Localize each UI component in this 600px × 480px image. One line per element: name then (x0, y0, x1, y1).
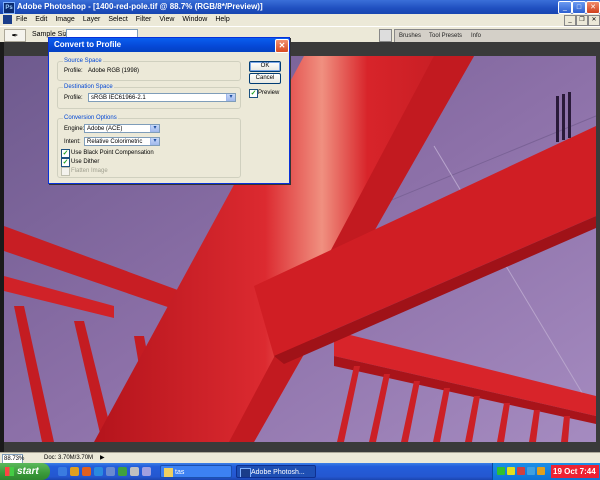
menu-bar: File Edit Image Layer Select Filter View Window… (0, 14, 600, 26)
windows-logo-icon (5, 467, 14, 476)
preview-checkbox[interactable]: ✓ (249, 89, 258, 98)
window-title-bar[interactable]: Ps Adobe Photoshop - [1400-red-pole.tif … (0, 0, 600, 14)
palette-toggle-icon[interactable] (379, 29, 392, 42)
cancel-button[interactable]: Cancel (249, 73, 281, 84)
quicklaunch-ie-icon[interactable] (94, 467, 103, 476)
window-title: Adobe Photoshop - [1400-red-pole.tif @ 8… (17, 2, 263, 11)
tab-tool-presets[interactable]: Tool Presets (429, 32, 462, 41)
dither-label: Use Dither (71, 159, 100, 165)
tray-antivirus-icon[interactable] (517, 467, 525, 475)
close-button[interactable]: ✕ (586, 1, 600, 14)
quicklaunch-app2-icon[interactable] (142, 467, 151, 476)
convert-to-profile-dialog: Convert to Profile ✕ Source Space Profil… (48, 37, 290, 184)
system-tray: 19 Oct 7:44 (492, 463, 600, 480)
palette-well: Brushes Tool Presets Info (394, 29, 600, 43)
black-point-label: Use Black Point Compensation (71, 150, 154, 156)
destination-profile-value: sRGB IEC61966-2.1 (91, 95, 146, 101)
tab-info[interactable]: Info (471, 32, 481, 41)
task-label: tas (175, 469, 185, 476)
task-label: Adobe Photosh... (251, 469, 305, 476)
preview-label: Preview (258, 90, 280, 96)
task-photoshop[interactable]: Adobe Photosh... (236, 465, 316, 478)
menu-item-select[interactable]: Select (108, 15, 127, 25)
source-profile-label: Profile: (64, 68, 83, 74)
windows-taskbar: start tas Adobe Photosh... 19 Oct 7:44 (0, 463, 600, 480)
photoshop-app-icon: Ps (3, 2, 15, 14)
source-space-group: Source Space Profile: Adobe RGB (1998) (57, 57, 241, 81)
source-space-label: Source Space (63, 57, 103, 65)
menu-item-layer[interactable]: Layer (83, 15, 101, 25)
tray-network-icon[interactable] (497, 467, 505, 475)
engine-select[interactable]: Adobe (ACE) ▾ (84, 124, 160, 133)
quicklaunch-browser-icon[interactable] (70, 467, 79, 476)
maximize-button[interactable]: □ (572, 1, 586, 14)
ok-button[interactable]: OK (249, 61, 281, 72)
photoshop-task-icon (240, 468, 251, 477)
menu-item-file[interactable]: File (16, 15, 27, 25)
menu-item-edit[interactable]: Edit (35, 15, 47, 25)
conversion-options-group: Conversion Options Engine: Adobe (ACE) ▾… (57, 114, 241, 178)
menu-item-help[interactable]: Help (215, 15, 229, 25)
doc-size-info: Doc: 3.70M/3.70M (44, 455, 94, 461)
destination-space-group: Destination Space Profile: sRGB IEC61966… (57, 83, 241, 109)
destination-profile-label: Profile: (64, 95, 83, 101)
quicklaunch-explorer-icon[interactable] (106, 467, 115, 476)
quicklaunch-app-icon[interactable] (130, 467, 139, 476)
tray-clock[interactable]: 19 Oct 7:44 (551, 465, 599, 478)
start-label: start (17, 466, 39, 477)
destination-profile-select[interactable]: sRGB IEC61966-2.1 ▾ (88, 93, 236, 102)
flatten-checkbox[interactable] (61, 167, 70, 176)
status-menu-arrow-icon[interactable]: ▶ (100, 454, 105, 463)
dialog-title: Convert to Profile (54, 40, 122, 49)
chevron-down-icon: ▾ (150, 125, 159, 132)
task-tas[interactable]: tas (160, 465, 232, 478)
doc-close-button[interactable]: ✕ (588, 15, 600, 26)
minimize-button[interactable]: _ (558, 1, 572, 14)
intent-select[interactable]: Relative Colorimetric ▾ (84, 137, 160, 146)
dither-checkbox[interactable]: ✓ (61, 158, 70, 167)
quicklaunch-firefox-icon[interactable] (82, 467, 91, 476)
menu-item-image[interactable]: Image (55, 15, 74, 25)
menu-item-filter[interactable]: Filter (136, 15, 152, 25)
intent-value: Relative Colorimetric (87, 139, 143, 145)
dialog-title-bar[interactable]: Convert to Profile ✕ (49, 38, 289, 53)
tab-brushes[interactable]: Brushes (399, 32, 421, 41)
black-point-checkbox[interactable]: ✓ (61, 149, 70, 158)
eyedropper-icon[interactable]: ✒ (4, 29, 26, 42)
quicklaunch-desktop-icon[interactable] (58, 467, 67, 476)
menu-items: File Edit Image Layer Select Filter View Window… (16, 15, 230, 25)
intent-label: Intent: (64, 139, 81, 145)
engine-value: Adobe (ACE) (87, 126, 123, 132)
tray-volume-icon[interactable] (537, 467, 545, 475)
flatten-label: Flatten Image (71, 168, 108, 174)
menu-item-window[interactable]: Window (182, 15, 207, 25)
start-button[interactable]: start (0, 463, 50, 480)
doc-restore-button[interactable]: ❐ (576, 15, 588, 26)
menu-item-view[interactable]: View (159, 15, 174, 25)
destination-space-label: Destination Space (63, 83, 114, 91)
folder-icon (164, 468, 173, 477)
document-icon[interactable] (3, 15, 12, 24)
engine-label: Engine: (64, 126, 85, 132)
chevron-down-icon: ▾ (226, 94, 235, 101)
tray-security-icon[interactable] (507, 467, 515, 475)
chevron-down-icon: ▾ (150, 138, 159, 145)
source-profile-value: Adobe RGB (1998) (88, 68, 140, 74)
tray-update-icon[interactable] (527, 467, 535, 475)
quicklaunch-media-icon[interactable] (118, 467, 127, 476)
dialog-close-icon[interactable]: ✕ (275, 39, 289, 53)
conversion-options-label: Conversion Options (63, 114, 118, 122)
doc-minimize-button[interactable]: _ (564, 15, 576, 26)
